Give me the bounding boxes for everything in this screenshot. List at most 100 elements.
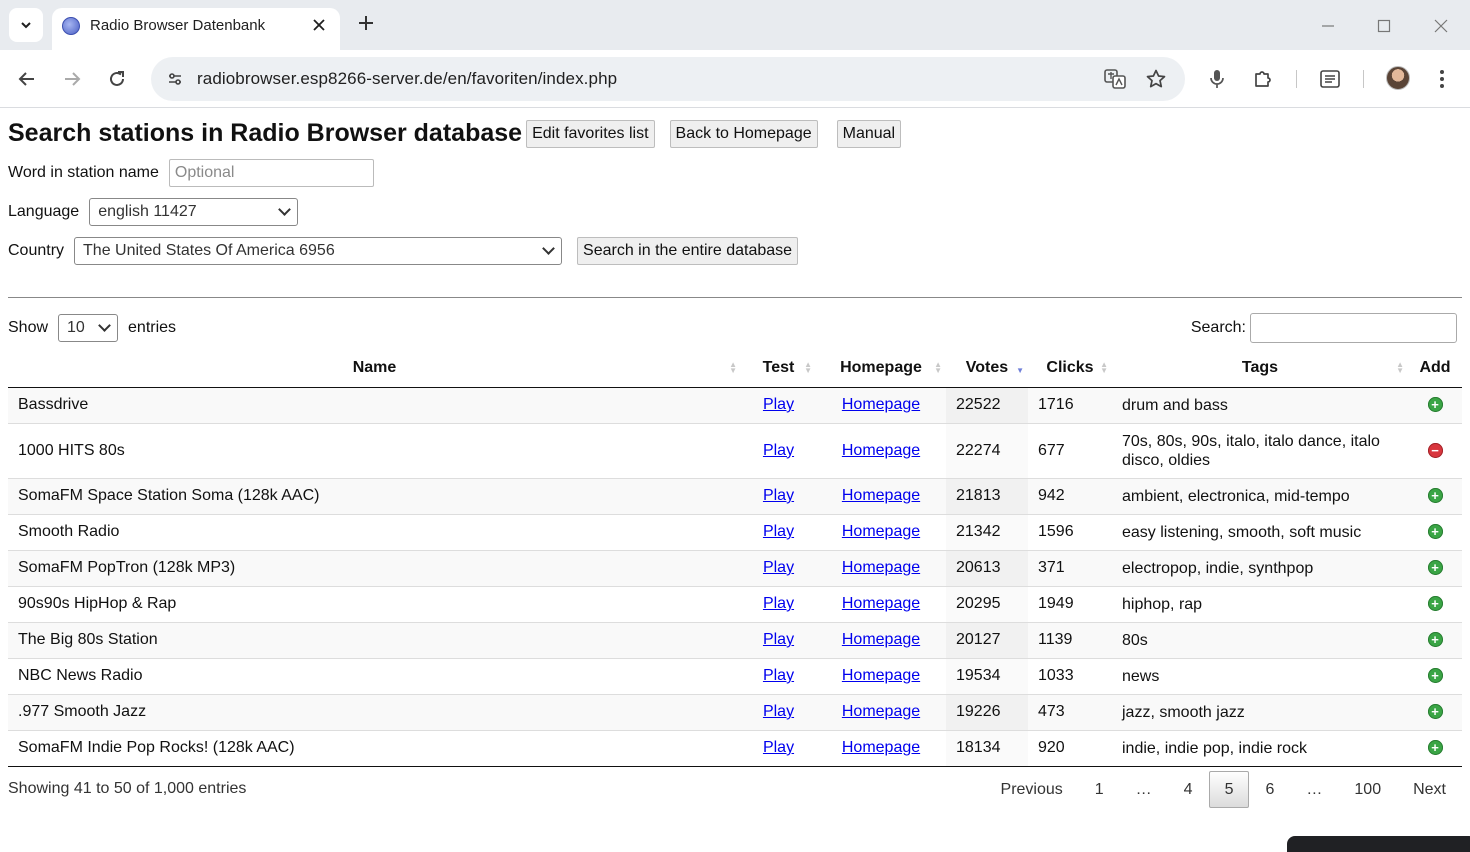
table-row: SomaFM Indie Pop Rocks! (128k AAC) Play Ho…: [8, 729, 1462, 767]
homepage-link[interactable]: Homepage: [842, 703, 920, 720]
current-page-button[interactable]: 5: [1208, 771, 1250, 808]
column-header-tags[interactable]: Tags ▲ ▼: [1112, 349, 1408, 388]
address-bar[interactable]: radiobrowser.esp8266-server.de/en/favori…: [151, 57, 1185, 101]
add-favorite-icon[interactable]: +: [1427, 488, 1443, 503]
column-header-name[interactable]: Name ▲ ▼: [8, 349, 741, 388]
entries-select[interactable]: 10: [58, 314, 119, 342]
sort-icon: ▲ ▼: [934, 360, 942, 375]
play-link[interactable]: Play: [763, 487, 794, 504]
add-favorite-icon[interactable]: +: [1427, 397, 1443, 412]
homepage-link[interactable]: Homepage: [842, 442, 920, 459]
station-name: Smooth Radio: [8, 513, 741, 550]
station-name: The Big 80s Station: [8, 621, 741, 658]
homepage-link[interactable]: Homepage: [842, 631, 920, 648]
new-tab-button[interactable]: [352, 9, 380, 37]
clicks-cell: 677: [1028, 422, 1112, 478]
play-link[interactable]: Play: [763, 396, 794, 413]
page-content: Search stations in Radio Browser databas…: [0, 109, 1470, 852]
clicks-cell: 1949: [1028, 585, 1112, 622]
entries-select-value: 10: [67, 319, 85, 336]
extensions-icon[interactable]: [1249, 65, 1277, 93]
url-text[interactable]: radiobrowser.esp8266-server.de/en/favori…: [197, 69, 617, 89]
table-row: Bassdrive Play Homepage 22522 1716 drum and b…: [8, 387, 1462, 423]
avatar[interactable]: [1386, 66, 1410, 90]
edit-favorites-button[interactable]: Edit favorites list: [526, 119, 655, 148]
play-link[interactable]: Play: [763, 667, 794, 684]
maximize-icon[interactable]: [1370, 12, 1398, 40]
previous-page-button[interactable]: Previous: [985, 771, 1079, 808]
close-icon[interactable]: [308, 14, 330, 36]
play-link[interactable]: Play: [763, 703, 794, 720]
page-button[interactable]: 100: [1338, 771, 1397, 808]
homepage-link[interactable]: Homepage: [842, 595, 920, 612]
homepage-link[interactable]: Homepage: [842, 667, 920, 684]
page-button[interactable]: 1: [1079, 771, 1120, 808]
browser-toolbar: radiobrowser.esp8266-server.de/en/favori…: [0, 50, 1470, 108]
tab-title: Radio Browser Datenbank: [90, 17, 266, 34]
station-name: 90s90s HipHop & Rap: [8, 585, 741, 622]
window-close-icon[interactable]: [1427, 12, 1455, 40]
search-label: Search:: [1190, 319, 1246, 336]
add-favorite-icon[interactable]: +: [1427, 596, 1443, 611]
back-icon[interactable]: [10, 62, 44, 96]
country-select[interactable]: The United States Of America 6956: [74, 237, 563, 265]
browser-tab[interactable]: Radio Browser Datenbank: [52, 8, 340, 50]
translate-icon[interactable]: [1103, 67, 1127, 91]
minimize-icon[interactable]: [1314, 12, 1342, 40]
add-favorite-icon[interactable]: +: [1427, 668, 1443, 683]
back-to-homepage-button[interactable]: Back to Homepage: [669, 119, 818, 148]
manual-button[interactable]: Manual: [836, 119, 902, 148]
search-entire-database-button[interactable]: Search in the entire database: [577, 237, 799, 265]
reading-list-icon[interactable]: [1316, 65, 1344, 93]
column-header-test[interactable]: Test ▲ ▼: [741, 349, 816, 388]
tab-search-icon[interactable]: [9, 8, 43, 42]
add-favorite-icon[interactable]: +: [1427, 524, 1443, 539]
header-row: Search stations in Radio Browser databas…: [8, 119, 902, 148]
star-icon[interactable]: [1144, 67, 1168, 91]
add-favorite-icon[interactable]: +: [1427, 560, 1443, 575]
sort-icon: ▲ ▼: [804, 360, 812, 375]
play-link[interactable]: Play: [763, 739, 794, 756]
add-favorite-icon[interactable]: +: [1427, 704, 1443, 719]
play-link[interactable]: Play: [763, 523, 794, 540]
table-row: 1000 HITS 80s Play Homepage 22274 677 70s, 80…: [8, 422, 1462, 478]
page-button[interactable]: 4: [1168, 771, 1209, 808]
site-info-icon[interactable]: [163, 67, 187, 91]
table-row: SomaFM PopTron (128k MP3) Play Homepage 206…: [8, 549, 1462, 586]
add-favorite-icon[interactable]: +: [1427, 632, 1443, 647]
chevron-down-icon: [278, 203, 292, 216]
chevron-down-icon: [542, 242, 555, 255]
play-link[interactable]: Play: [763, 442, 794, 459]
homepage-link[interactable]: Homepage: [842, 396, 920, 413]
more-icon[interactable]: [1428, 65, 1456, 93]
play-link[interactable]: Play: [763, 631, 794, 648]
votes-cell: 21342: [946, 513, 1028, 550]
microphone-icon[interactable]: [1203, 65, 1231, 93]
column-header-clicks[interactable]: Clicks ▲ ▼: [1028, 349, 1112, 388]
add-favorite-icon[interactable]: +: [1427, 740, 1443, 755]
homepage-link[interactable]: Homepage: [842, 487, 920, 504]
table-row: Smooth Radio Play Homepage 21342 1596 easy li…: [8, 513, 1462, 550]
search-input[interactable]: [1250, 313, 1457, 343]
tab-strip: Radio Browser Datenbank: [0, 0, 1470, 50]
column-header-add: Add: [1408, 349, 1462, 388]
table-info: Showing 41 to 50 of 1,000 entries: [8, 780, 247, 797]
reload-icon[interactable]: [100, 62, 134, 96]
homepage-link[interactable]: Homepage: [842, 559, 920, 576]
station-name-input[interactable]: [168, 159, 374, 187]
column-header-votes[interactable]: Votes ▼: [946, 349, 1028, 388]
remove-favorite-icon[interactable]: −: [1427, 442, 1443, 458]
play-link[interactable]: Play: [763, 595, 794, 612]
forward-icon[interactable]: [55, 62, 89, 96]
column-header-homepage[interactable]: Homepage ▲ ▼: [816, 349, 946, 388]
votes-cell: 21813: [946, 477, 1028, 514]
homepage-link[interactable]: Homepage: [842, 523, 920, 540]
page-button[interactable]: 6: [1249, 771, 1290, 808]
votes-cell: 18134: [946, 729, 1028, 767]
homepage-link[interactable]: Homepage: [842, 739, 920, 756]
table-row: .977 Smooth Jazz Play Homepage 19226 473 jazz…: [8, 693, 1462, 730]
play-link[interactable]: Play: [763, 559, 794, 576]
chevron-down-icon: [98, 319, 111, 332]
next-page-button[interactable]: Next: [1397, 771, 1462, 808]
language-select[interactable]: english 11427: [89, 198, 299, 226]
